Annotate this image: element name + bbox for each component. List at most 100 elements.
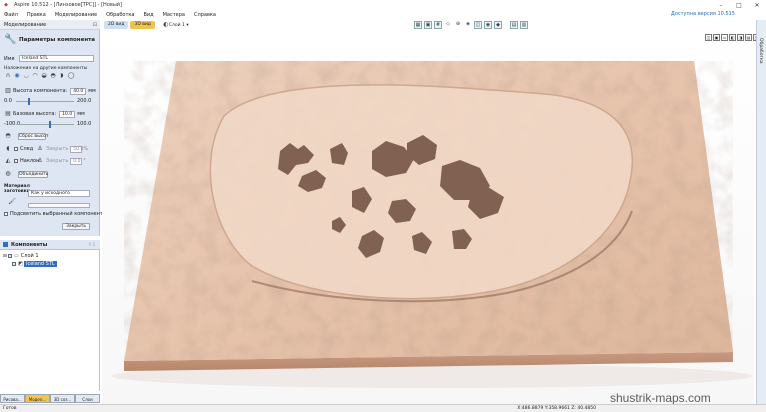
view-right-icon[interactable]: ◨: [737, 34, 744, 41]
tree-item-row[interactable]: ◩ Iceland STL: [12, 261, 57, 267]
tab-layers[interactable]: Слои: [75, 394, 100, 403]
window-title: Aspire 10.512 - [Линзовое[TPC]] - [Новый…: [14, 2, 122, 8]
height-slider[interactable]: [16, 97, 74, 105]
merge-mode-flat-icon[interactable]: ◯: [67, 72, 75, 80]
height-slider-row: 0.0 200.0: [4, 97, 91, 105]
grid-icon[interactable]: #: [434, 21, 442, 29]
base-slider-thumb[interactable]: [48, 120, 51, 128]
update-notice-link[interactable]: Доступна версия 10.515: [671, 11, 735, 17]
view-front-icon[interactable]: ▭: [721, 34, 728, 41]
toolpaths-side-tab[interactable]: Обработка: [756, 20, 766, 404]
view-bottom-icon[interactable]: ▤: [745, 34, 752, 41]
layer-checkbox[interactable]: [7, 254, 12, 258]
reset-height-button[interactable]: Сброс высот: [18, 132, 49, 140]
tilt-label: Наклон: [20, 158, 40, 164]
panel-header-label: Моделирование: [4, 21, 47, 28]
base-slider[interactable]: [18, 120, 74, 128]
menu-edit[interactable]: Правка: [27, 12, 46, 18]
tilt-icon: ◭: [5, 157, 11, 164]
panel-right-icon[interactable]: ▥: [520, 21, 528, 29]
material-icon[interactable]: ◫: [474, 21, 482, 29]
vector-icon[interactable]: ◇: [444, 21, 452, 29]
component-properties-panel: 🔧 Параметры компонента Имя Iceland STL Н…: [0, 30, 103, 236]
move-icon[interactable]: ⊕: [454, 21, 462, 29]
menu-wizards[interactable]: Мастера: [163, 12, 185, 18]
tilt-anchor-icon[interactable]: ⚓: [36, 157, 44, 165]
show-2d-icon[interactable]: ▦: [414, 21, 422, 29]
fade-icon: ◖: [6, 145, 10, 152]
3d-viewport[interactable]: [102, 31, 754, 404]
merge-mode-smooth-icon[interactable]: ◗: [58, 72, 66, 80]
toolpath-icon[interactable]: ◆: [494, 21, 502, 29]
menu-modeling[interactable]: Моделирование: [55, 12, 97, 18]
tab-modeling[interactable]: Модел...: [25, 394, 50, 403]
pin-icon[interactable]: ⊡: [93, 22, 97, 28]
material-swatch-box[interactable]: [28, 203, 90, 208]
combine-button[interactable]: Объединить: [18, 170, 48, 178]
fade-checkbox[interactable]: [14, 147, 18, 151]
preview-row: Подсветить выбранный компонент: [4, 211, 103, 217]
move-arrows-icon[interactable]: ⇧⇩: [88, 242, 96, 248]
view-left-icon[interactable]: ◧: [729, 34, 736, 41]
name-field[interactable]: Iceland STL: [19, 55, 94, 62]
fade-unit: %: [83, 146, 89, 152]
panel-title-row: 🔧 Параметры компонента: [4, 34, 95, 46]
maximize-button[interactable]: □: [730, 2, 748, 9]
merge-mode-radio-icon[interactable]: ◉: [13, 72, 21, 80]
reset-height-icon: ◓: [5, 132, 11, 139]
height-input[interactable]: 40.0: [70, 87, 87, 95]
tilt-row: ◭ Наклон ⚓ Закрыть 0.0 °: [4, 157, 86, 165]
menu-help[interactable]: Справка: [194, 12, 216, 18]
base-min: -100.0: [4, 121, 21, 127]
panel-left-icon[interactable]: ▤: [510, 21, 518, 29]
layer-icon: ▭: [13, 252, 19, 259]
material-label: Материал заготовки: [4, 184, 30, 194]
preview-checkbox[interactable]: [4, 212, 8, 216]
base-row: ▤ Базовая высота: 10.0 мм: [4, 110, 85, 118]
item-label[interactable]: Iceland STL: [24, 261, 57, 267]
close-button[interactable]: ✕: [748, 2, 766, 9]
close-panel-button[interactable]: Закрыть: [62, 223, 90, 230]
tab-3d-create[interactable]: 3D соз...: [50, 394, 75, 403]
base-input[interactable]: 10.0: [59, 110, 76, 118]
view-top-icon[interactable]: ▣: [713, 34, 720, 41]
merge-mode-low-icon[interactable]: ◒: [40, 72, 48, 80]
component-icon: ◩: [18, 260, 23, 267]
height-icon: ▥: [5, 87, 11, 94]
menu-view[interactable]: Вид: [143, 12, 153, 18]
merge-mode-add-icon[interactable]: ∩: [4, 72, 12, 80]
view-iso-icon[interactable]: ◫: [705, 34, 712, 41]
anchor-icon[interactable]: ⚓: [36, 145, 44, 153]
menu-file[interactable]: Файл: [4, 12, 18, 18]
layer-dropdown[interactable]: Слой 1 ▾: [169, 23, 189, 28]
components-tree: ⊟ ▭ Слой 1 ◩ Iceland STL: [0, 249, 100, 391]
tab-drawing[interactable]: Рисова...: [0, 394, 25, 403]
fade-input[interactable]: 50.0: [70, 145, 83, 153]
height-slider-thumb[interactable]: [27, 97, 30, 105]
material-dropdown[interactable]: Как у исходного: [28, 190, 90, 197]
menu-toolpaths[interactable]: Обработка: [106, 12, 134, 18]
show-3d-icon[interactable]: ▣: [424, 21, 432, 29]
expand-icon[interactable]: ⊟: [3, 254, 7, 259]
tab-3d-view[interactable]: 3D вид: [130, 21, 155, 29]
minimize-button[interactable]: –: [712, 2, 730, 9]
height-min: 0.0: [4, 98, 12, 104]
paint-brush-icon: 🖌: [8, 198, 16, 205]
height-unit: мм: [88, 88, 96, 94]
layer-label: Слой 1: [20, 253, 39, 259]
merge-mode-multiply-icon[interactable]: ◓: [49, 72, 57, 80]
cursor-coordinates: X:486.8879 Y:358.9661 Z: 40.4850: [517, 406, 596, 411]
base-max: 100.0: [77, 121, 92, 127]
merge-mode-high-icon[interactable]: ◠: [31, 72, 39, 80]
fade-label: След: [20, 146, 34, 152]
tilt-input[interactable]: 0.0: [70, 157, 83, 165]
tab-2d-view[interactable]: 2D вид: [104, 21, 129, 29]
base-label: Базовая высота:: [13, 111, 57, 117]
merge-mode-subtract-icon[interactable]: ◡: [22, 72, 30, 80]
title-bar: ◆ Aspire 10.512 - [Линзовое[TPC]] - [Нов…: [0, 0, 766, 10]
tilt-checkbox[interactable]: [14, 159, 18, 163]
lights-icon[interactable]: ◉: [484, 21, 492, 29]
shade-icon[interactable]: ◈: [464, 21, 472, 29]
tree-layer-row[interactable]: ⊟ ▭ Слой 1: [3, 253, 39, 259]
item-checkbox[interactable]: [12, 262, 16, 266]
